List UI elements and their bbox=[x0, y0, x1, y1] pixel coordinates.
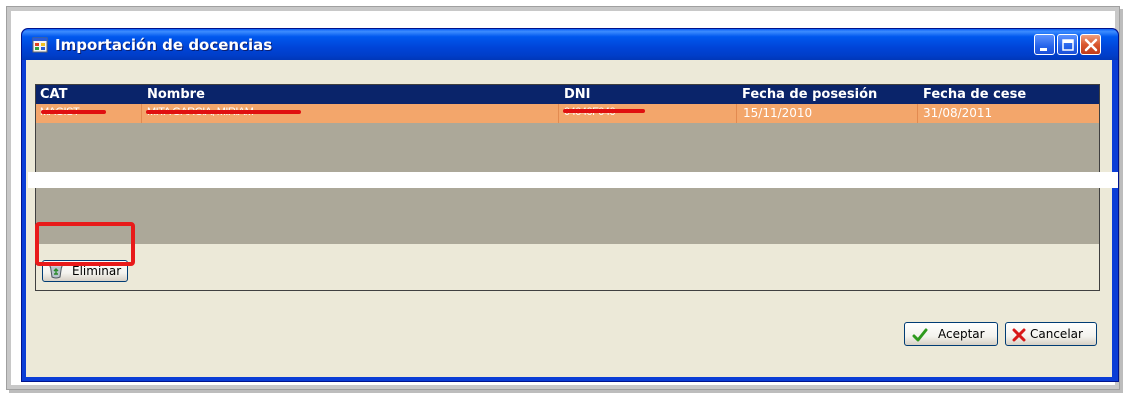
column-header-fecha-posesion[interactable]: Fecha de posesión bbox=[742, 87, 877, 102]
eliminar-label: Eliminar bbox=[72, 264, 122, 278]
dialog-client-area: CAT Nombre DNI Fecha de posesión Fecha d… bbox=[26, 60, 1112, 377]
redaction-mark bbox=[41, 110, 106, 114]
cell-fecha-posesion: 15/11/2010 bbox=[743, 106, 813, 120]
close-button[interactable] bbox=[1080, 34, 1101, 55]
docencias-grid[interactable]: CAT Nombre DNI Fecha de posesión Fecha d… bbox=[35, 84, 1100, 247]
app-window-icon bbox=[32, 37, 48, 53]
grid-actions-panel: Eliminar bbox=[35, 244, 1100, 291]
maximize-icon bbox=[1062, 39, 1074, 51]
cell-separator bbox=[558, 104, 559, 123]
grid-header-row: CAT Nombre DNI Fecha de posesión Fecha d… bbox=[36, 85, 1099, 104]
column-header-nombre[interactable]: Nombre bbox=[147, 87, 205, 102]
table-row[interactable]: MAGIST MITA GARCIA, MIRIAM 04040F040 15/… bbox=[36, 104, 1099, 123]
close-icon bbox=[1084, 38, 1098, 52]
maximize-button[interactable] bbox=[1057, 34, 1078, 55]
checkmark-icon bbox=[912, 328, 928, 342]
cell-separator bbox=[736, 104, 737, 123]
redaction-mark bbox=[146, 110, 301, 114]
aceptar-button[interactable]: Aceptar bbox=[904, 322, 998, 346]
cell-separator bbox=[917, 104, 918, 123]
cancelar-button[interactable]: Cancelar bbox=[1005, 322, 1097, 346]
minimize-icon bbox=[1040, 48, 1047, 51]
cell-fecha-cese: 31/08/2011 bbox=[923, 106, 993, 120]
aceptar-label: Aceptar bbox=[938, 327, 985, 341]
column-header-fecha-cese[interactable]: Fecha de cese bbox=[923, 87, 1026, 102]
window-title: Importación de docencias bbox=[55, 36, 273, 54]
eliminar-annotation-box bbox=[35, 222, 135, 266]
import-dialog-window: Importación de docencias CAT Nombre DNI bbox=[21, 28, 1119, 382]
white-separator-band bbox=[28, 172, 1118, 188]
title-bar[interactable]: Importación de docencias bbox=[22, 29, 1118, 69]
column-header-cat[interactable]: CAT bbox=[40, 87, 67, 102]
column-header-dni[interactable]: DNI bbox=[564, 87, 591, 102]
minimize-button[interactable] bbox=[1034, 34, 1055, 55]
cancel-x-icon bbox=[1012, 328, 1026, 342]
cell-separator bbox=[141, 104, 142, 123]
redaction-mark bbox=[563, 109, 645, 113]
cancelar-label: Cancelar bbox=[1030, 327, 1083, 341]
